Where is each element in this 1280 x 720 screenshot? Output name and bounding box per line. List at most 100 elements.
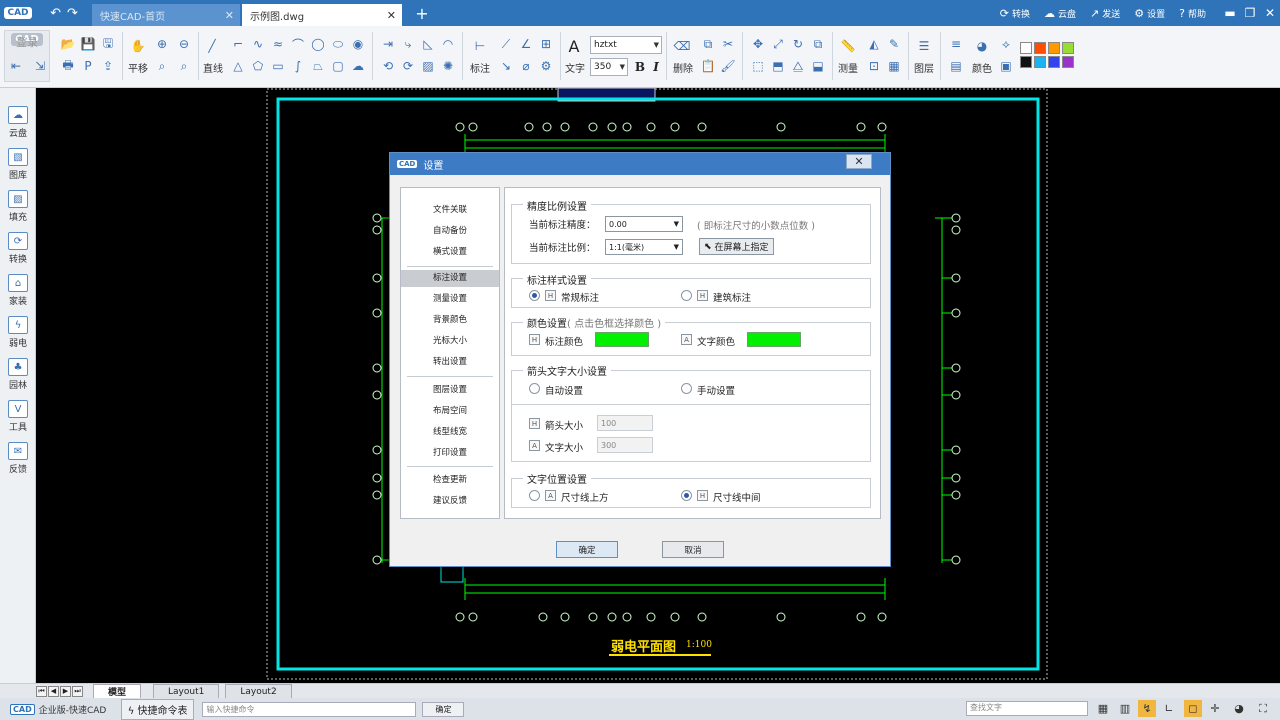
nav-background-color[interactable]: 背景颜色	[401, 312, 499, 329]
new-tab-button[interactable]: +	[410, 4, 434, 23]
extend-icon[interactable]: ⬓	[808, 56, 828, 76]
snap-icon[interactable]: ↯	[1138, 700, 1156, 717]
sidebar-item-tool[interactable]: V 工具	[0, 400, 36, 433]
settings-button[interactable]: ⚙ 设置	[1134, 7, 1165, 20]
open-file-icon[interactable]: 📂	[58, 34, 78, 54]
style-regular-radio[interactable]	[529, 290, 540, 301]
print-icon[interactable]: 🖶	[58, 56, 78, 76]
corner-icon[interactable]: ◺	[418, 34, 438, 54]
sidebar-item-garden[interactable]: ♣ 园林	[0, 358, 36, 391]
position-middle-label[interactable]: 尺寸线中间	[713, 490, 761, 504]
trapezoid-icon[interactable]: ⏢	[308, 56, 328, 76]
explode-icon[interactable]: ✺	[438, 56, 458, 76]
pdf-icon[interactable]: P	[78, 56, 98, 76]
nav-auto-backup[interactable]: 自动备份	[401, 223, 499, 240]
stretch-icon[interactable]: ⬚	[748, 56, 768, 76]
copy-circle-icon[interactable]: ⟳	[398, 56, 418, 76]
close-icon[interactable]: ✕	[225, 9, 234, 22]
style-architectural-radio[interactable]	[681, 290, 692, 301]
dimension-icon[interactable]: ⊢	[470, 36, 490, 56]
sidebar-item-home[interactable]: ⌂ 家装	[0, 274, 36, 307]
text-size-input[interactable]: 300	[597, 437, 653, 453]
ellipse-icon[interactable]: ⬭	[328, 34, 348, 54]
nav-dimension-settings[interactable]: 标注设置	[401, 270, 499, 287]
eraser-icon[interactable]: ⌫	[672, 36, 692, 56]
help-button[interactable]: ? 帮助	[1179, 7, 1206, 20]
tab-model[interactable]: 模型	[93, 684, 142, 698]
style-architectural-label[interactable]: 建筑标注	[713, 290, 751, 304]
cloud-button[interactable]: ☁ 云盘	[1044, 7, 1076, 20]
cloud-line-icon[interactable]: ☁	[348, 56, 368, 76]
color-swatch-red[interactable]	[1034, 42, 1046, 54]
style-regular-label[interactable]: 常规标注	[561, 290, 599, 304]
position-middle-radio[interactable]	[681, 490, 692, 501]
coord-icon[interactable]: ⊡	[864, 56, 884, 76]
convert-button[interactable]: ⟳ 转换	[1000, 7, 1030, 20]
zoom-window-icon[interactable]: ⌕	[152, 56, 172, 76]
fullscreen-icon[interactable]: ⛶	[1254, 700, 1272, 717]
color-swatch-orange[interactable]	[1048, 42, 1060, 54]
nav-cursor-size[interactable]: 光标大小	[401, 333, 499, 350]
pen-icon[interactable]: ✎	[884, 34, 904, 54]
measure-label[interactable]: 测量	[838, 60, 858, 75]
object-snap-icon[interactable]: ◻	[1184, 700, 1202, 717]
sidebar-item-convert[interactable]: ⟳ 转换	[0, 232, 36, 265]
layer-props-icon[interactable]: ▤	[946, 56, 966, 76]
manual-size-label[interactable]: 手动设置	[697, 383, 735, 397]
sidebar-item-feedback[interactable]: ✉ 反馈	[0, 442, 36, 475]
pentagon-icon[interactable]: ⬠	[248, 56, 268, 76]
nav-layer-settings[interactable]: 图层设置	[401, 382, 499, 399]
dimension-label[interactable]: 标注	[470, 60, 490, 75]
quick-command-button[interactable]: ϟ 快捷命令表	[120, 698, 195, 720]
rectangle-icon[interactable]: ▭	[268, 56, 288, 76]
nav-file-assoc[interactable]: 文件关联	[401, 202, 499, 219]
multiline-icon[interactable]: ≈	[268, 34, 288, 54]
dim-settings-icon[interactable]: ⚙	[536, 56, 556, 76]
rotate-obj-icon[interactable]: ↻	[788, 34, 808, 54]
array-icon[interactable]: ⧉	[808, 34, 828, 54]
sidebar-item-hatch[interactable]: ▨ 填充	[0, 190, 36, 223]
pan-hand-icon[interactable]: ✋	[128, 36, 148, 56]
dim-color-swatch[interactable]	[595, 332, 649, 347]
polyline-icon[interactable]: ⌐	[228, 34, 248, 54]
text-color-swatch[interactable]	[747, 332, 801, 347]
nav-print-settings[interactable]: 打印设置	[401, 445, 499, 462]
move-cross-icon[interactable]: ✥	[748, 34, 768, 54]
circle-icon[interactable]: ◯	[308, 34, 328, 54]
scale-icon[interactable]: ⤢	[768, 34, 788, 54]
move-icon[interactable]: ⇥	[378, 34, 398, 54]
scale-select[interactable]: 1:1(毫米) ▼	[605, 239, 683, 255]
nav-linetype[interactable]: 线型线宽	[401, 424, 499, 441]
nav-measure-settings[interactable]: 测量设置	[401, 291, 499, 308]
color-swatch-blue[interactable]	[1048, 56, 1060, 68]
close-icon[interactable]: ✕	[387, 9, 396, 22]
minimize-button[interactable]: ▬	[1220, 6, 1240, 20]
cut-icon[interactable]: ✂	[718, 34, 738, 54]
prev-tab-icon[interactable]: ◀	[48, 685, 59, 697]
find-text-input[interactable]: 查找文字	[966, 701, 1088, 716]
fillet-icon[interactable]: ◠	[438, 34, 458, 54]
close-window-button[interactable]: ✕	[1260, 6, 1280, 20]
offset-icon[interactable]: ⤷	[398, 34, 418, 54]
nav-layout-space[interactable]: 布局空间	[401, 403, 499, 420]
trim-icon[interactable]: ⬒	[768, 56, 788, 76]
italic-button[interactable]: I	[646, 57, 666, 77]
save-as-icon[interactable]: 🖫	[98, 34, 118, 54]
manual-size-radio[interactable]	[681, 383, 692, 394]
auto-size-radio[interactable]	[529, 383, 540, 394]
grid-icon[interactable]: ▦	[1094, 700, 1112, 717]
color-swatch-white[interactable]	[1020, 42, 1032, 54]
freehand-icon[interactable]: ∫	[288, 56, 308, 76]
line-label[interactable]: 直线	[203, 60, 223, 75]
text-icon[interactable]: A	[564, 36, 584, 56]
command-ok-button[interactable]: 确定	[422, 701, 465, 717]
nav-export-settings[interactable]: 转出设置	[401, 354, 499, 371]
eye-icon[interactable]: ◉	[348, 34, 368, 54]
triangle-icon[interactable]: △	[228, 56, 248, 76]
dialog-close-button[interactable]: ✕	[846, 154, 872, 169]
color-label[interactable]: 颜色	[972, 60, 992, 75]
paste-icon[interactable]: 📋	[698, 56, 718, 76]
pick-on-screen-button[interactable]: ⬉ 在屏幕上指定	[699, 238, 774, 255]
color-wheel-icon[interactable]: ◕	[972, 36, 992, 56]
ortho-icon[interactable]: ▥	[1116, 700, 1134, 717]
